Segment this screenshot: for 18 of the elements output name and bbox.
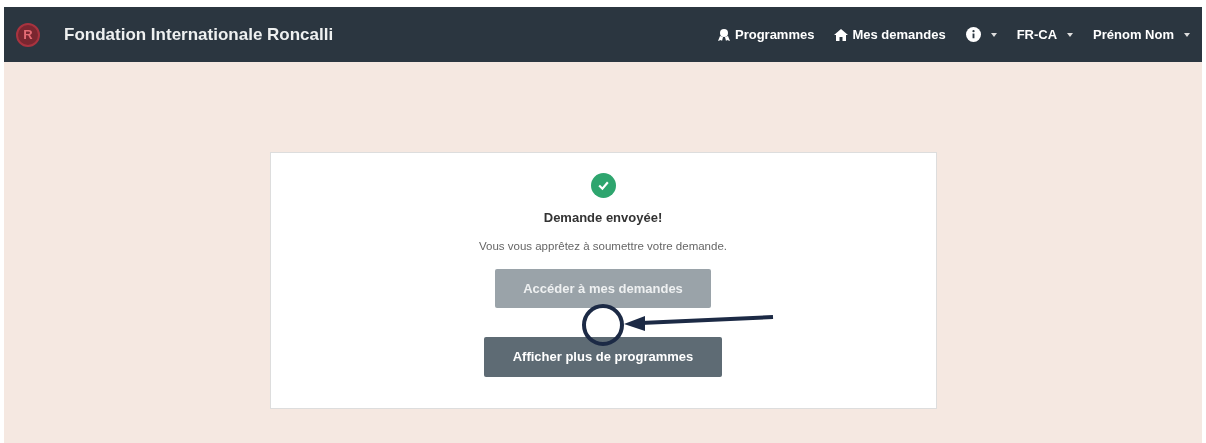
- caret-icon: [1184, 32, 1190, 37]
- caret-icon: [990, 32, 997, 37]
- caret-icon: [1067, 32, 1074, 37]
- success-check-icon: [590, 173, 616, 198]
- nav-link[interactable]: Mes demandes: [834, 24, 946, 45]
- home-icon: [834, 27, 849, 42]
- info-dropdown-button[interactable]: [965, 27, 997, 42]
- confirmation-title: Demande envoyée!: [543, 209, 663, 227]
- logo-icon: R: [16, 22, 40, 47]
- award-icon: [716, 27, 731, 42]
- nav-link[interactable]: Programmes: [716, 24, 815, 45]
- dropdown-toggle-button[interactable]: Prénom Nom: [1093, 24, 1190, 45]
- brand-link[interactable]: Fondation Internationale Roncalli: [64, 21, 334, 48]
- annotation-circle: [581, 304, 624, 346]
- action-button[interactable]: Afficher plus de programmes: [484, 336, 722, 377]
- confirmation-message: Vous vous apprêtez à soumettre votre demande.: [478, 238, 727, 254]
- info-icon: [965, 27, 981, 42]
- dropdown-toggle-button[interactable]: FR-CA: [1016, 24, 1074, 45]
